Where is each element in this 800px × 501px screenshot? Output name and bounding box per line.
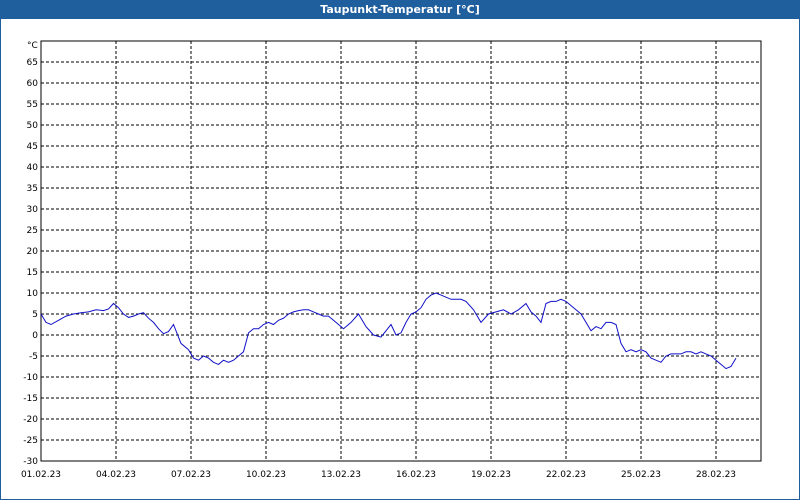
y-tick-label: 60 [27, 79, 39, 89]
x-tick-label: 13.02.23 [321, 470, 361, 480]
x-tick-label: 25.02.23 [621, 470, 661, 480]
y-tick-label: 35 [27, 184, 38, 194]
x-tick-label: 07.02.23 [171, 470, 211, 480]
y-tick-label: 65 [27, 58, 38, 68]
y-tick-label: -10 [23, 373, 38, 383]
y-tick-label: 20 [27, 247, 39, 257]
y-tick-label: 25 [27, 226, 38, 236]
x-tick-label: 28.02.23 [696, 470, 736, 480]
x-tick-label: 22.02.23 [546, 470, 586, 480]
chart-window: Taupunkt-Temperatur [°C] 65 60 55 50 45 40 35 3… [0, 0, 800, 500]
x-tick-label: 16.02.23 [396, 470, 436, 480]
y-tick-label: 55 [27, 100, 38, 110]
y-tick-label: -25 [23, 436, 38, 446]
y-tick-label: 5 [32, 310, 38, 320]
y-tick-label: 40 [27, 163, 39, 173]
y-tick-label: 45 [27, 142, 38, 152]
x-tick-label: 04.02.23 [96, 470, 136, 480]
y-tick-label: -30 [23, 457, 38, 467]
x-tick-label: 01.02.23 [21, 470, 61, 480]
y-tick-label: -15 [23, 394, 38, 404]
y-tick-label: -5 [29, 352, 38, 362]
y-tick-label: 50 [27, 121, 39, 131]
y-tick-label: 10 [27, 289, 39, 299]
y-tick-label: 15 [27, 268, 38, 278]
x-tick-label: 10.02.23 [246, 470, 286, 480]
y-tick-label: 0 [32, 331, 38, 341]
dewpoint-series-line [40, 292, 737, 370]
line-chart: 65605550454035302520151050-5-10-15-20-25… [21, 40, 762, 480]
y-axis-unit-label: °C [27, 41, 38, 51]
x-tick-label: 19.02.23 [471, 470, 511, 480]
y-tick-label: 30 [27, 205, 39, 215]
y-tick-label: -20 [23, 415, 38, 425]
